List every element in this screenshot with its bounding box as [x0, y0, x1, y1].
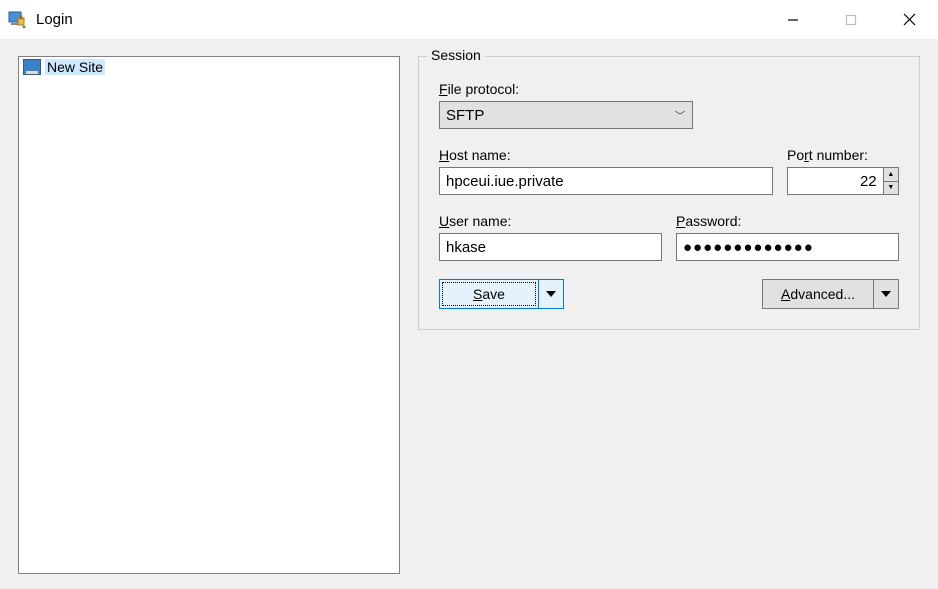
chevron-down-icon	[546, 291, 556, 297]
session-groupbox: Session File protocol: SFTP ﹀ Host name:…	[418, 56, 920, 330]
advanced-split-button: Advanced...	[762, 279, 899, 309]
session-legend: Session	[427, 47, 485, 63]
user-field: User name:	[439, 213, 662, 261]
app-icon	[8, 10, 28, 30]
protocol-field: File protocol: SFTP ﹀	[439, 81, 899, 129]
save-dropdown-button[interactable]	[538, 279, 564, 309]
host-label: Host name:	[439, 147, 511, 163]
window-controls	[764, 0, 938, 39]
minimize-button[interactable]	[764, 0, 822, 39]
advanced-button[interactable]: Advanced...	[762, 279, 874, 309]
save-button[interactable]: Save	[439, 279, 539, 309]
protocol-label: File protocol:	[439, 81, 519, 97]
port-input[interactable]	[787, 167, 884, 195]
site-label: New Site	[45, 59, 105, 75]
close-button[interactable]	[880, 0, 938, 39]
save-split-button: Save	[439, 279, 564, 309]
protocol-select[interactable]: SFTP	[439, 101, 693, 129]
content-area: New Site Session File protocol: SFTP ﹀ H…	[0, 40, 938, 589]
site-item-new[interactable]: New Site	[19, 57, 399, 77]
port-label: Port number:	[787, 147, 868, 163]
port-spinner: ▲ ▼	[884, 167, 899, 195]
maximize-button	[822, 0, 880, 39]
user-label: User name:	[439, 213, 511, 229]
window-title: Login	[36, 11, 764, 28]
password-input[interactable]	[676, 233, 899, 261]
advanced-dropdown-button[interactable]	[873, 279, 899, 309]
chevron-down-icon	[881, 291, 891, 297]
port-field: Port number: ▲ ▼	[787, 147, 899, 195]
host-field: Host name:	[439, 147, 773, 195]
password-label: Password:	[676, 213, 741, 229]
host-input[interactable]	[439, 167, 773, 195]
sites-panel[interactable]: New Site	[18, 56, 400, 574]
monitor-icon	[23, 59, 41, 75]
titlebar: Login	[0, 0, 938, 40]
port-up-button[interactable]: ▲	[884, 168, 898, 182]
port-down-button[interactable]: ▼	[884, 182, 898, 195]
session-panel: Session File protocol: SFTP ﹀ Host name:…	[418, 56, 920, 589]
user-input[interactable]	[439, 233, 662, 261]
password-field: Password:	[676, 213, 899, 261]
